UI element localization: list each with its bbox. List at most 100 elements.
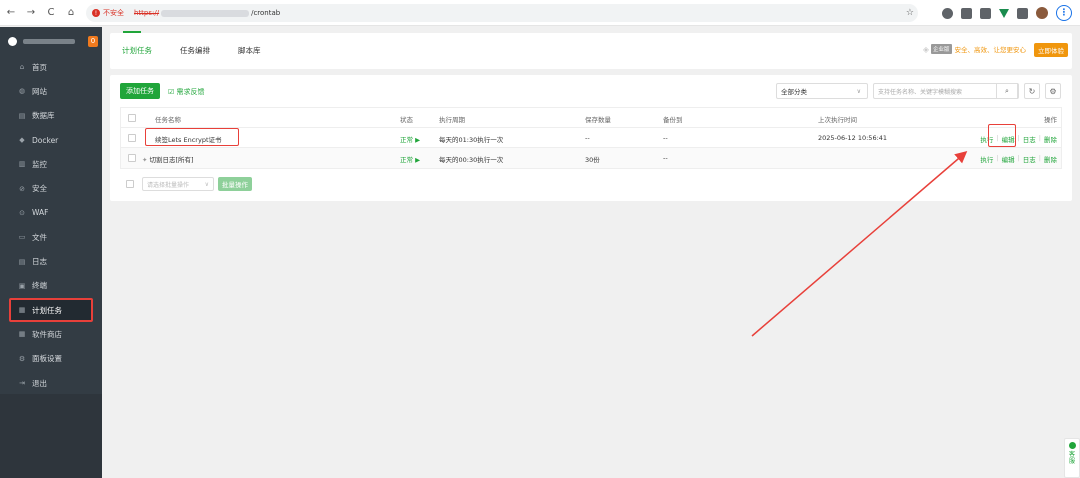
sidebar-item[interactable]: ▤ 数据库 xyxy=(0,104,102,128)
url-scheme: https:// xyxy=(134,9,160,17)
customer-service-button[interactable]: 客 服 xyxy=(1064,438,1080,478)
row-actions: 执行 | 编辑 | 日志 | 删除 xyxy=(980,154,1057,164)
status-badge[interactable]: 正常 ▶ xyxy=(400,134,420,144)
sidebar-item-label: 网站 xyxy=(32,86,47,96)
notification-badge[interactable]: 0 xyxy=(88,35,98,47)
task-keep: 30份 xyxy=(585,156,600,164)
forward-icon[interactable]: → xyxy=(22,4,40,22)
chevron-down-icon: ∨ xyxy=(856,87,861,95)
highlight-task-name xyxy=(145,128,239,146)
sidebar-item[interactable]: ▭ 文件 xyxy=(0,225,102,249)
nav-icon: ▤ xyxy=(18,257,26,266)
execute-link[interactable]: 执行 xyxy=(980,154,993,164)
sidebar-item-label: Docker xyxy=(32,135,59,145)
task-cycle: 每天的01:30执行一次 xyxy=(439,136,504,144)
home-icon[interactable]: ⌂ xyxy=(62,4,80,22)
feedback-link[interactable]: ☑ 需求反馈 xyxy=(168,87,205,97)
col-status: 状态 xyxy=(400,116,413,124)
sidebar-item[interactable]: ▦ 软件商店 xyxy=(0,322,102,346)
promo-text: 安全、高效、让您更安心 xyxy=(954,46,1027,54)
bookmark-star-icon[interactable]: ☆ xyxy=(906,8,914,18)
sidebar-item[interactable]: ▥ 监控 xyxy=(0,152,102,176)
log-link[interactable]: 日志 xyxy=(1023,134,1036,144)
nav-icon: ⚙ xyxy=(18,354,26,363)
refresh-icon[interactable]: ↻ xyxy=(1024,83,1040,99)
log-link[interactable]: 日志 xyxy=(1023,154,1036,164)
extension-icon[interactable] xyxy=(961,7,972,19)
nav-icon: ⊘ xyxy=(19,184,25,193)
try-now-button[interactable]: 立即体验 xyxy=(1034,43,1068,57)
kefu-label-2: 服 xyxy=(1068,458,1075,465)
address-bar[interactable]: ! 不安全 https:// /crontab ☆ xyxy=(86,4,918,22)
task-name-wrap: ✦ 切割日志[所有] xyxy=(142,154,194,164)
more-menu-icon[interactable]: ⋮ xyxy=(1056,5,1072,21)
tabs-card: 计划任务 任务编排 脚本库 ◈ 企业版 安全、高效、让您更安心 立即体验 xyxy=(110,33,1072,69)
sidebar-item-label: 安全 xyxy=(32,184,47,194)
table-row: 续签Lets Encrypt证书 正常 ▶ 每天的01:30执行一次 -- --… xyxy=(121,128,1061,148)
col-backup: 备份到 xyxy=(663,116,683,124)
panel-logo-icon xyxy=(8,36,17,46)
row-checkbox[interactable] xyxy=(128,154,136,162)
headset-icon xyxy=(1068,442,1076,449)
category-select[interactable]: 全部分类 ∨ xyxy=(776,83,868,99)
back-icon[interactable]: ← xyxy=(2,4,20,22)
tab-task-orchestration[interactable]: 任务编排 xyxy=(180,45,210,56)
sidebar-item[interactable]: ▦ 计划任务 xyxy=(9,297,93,323)
sidebar-header: 0 xyxy=(0,27,102,55)
browser-toolbar: ← → C ⌂ ! 不安全 https:// /crontab ☆ ⋮ xyxy=(0,0,1080,26)
batch-action-button[interactable]: 批量操作 xyxy=(218,177,252,191)
batch-action-select[interactable]: 请选择批量操作 ∨ xyxy=(142,177,214,191)
nav-icon: ⊙ xyxy=(19,208,25,217)
search-input[interactable]: 支持任务名称、关键字模糊搜索 ⌕ xyxy=(873,83,1019,99)
col-cycle: 执行周期 xyxy=(439,116,465,124)
task-backup: -- xyxy=(663,134,668,142)
row-checkbox[interactable] xyxy=(128,134,136,142)
nav-icon: ▤ xyxy=(18,111,26,120)
profile-avatar[interactable] xyxy=(1036,7,1048,19)
extension-icon[interactable] xyxy=(980,7,991,19)
nav-icon: ◍ xyxy=(18,87,26,96)
puzzle-icon[interactable] xyxy=(1017,7,1028,19)
col-name: 任务名称 xyxy=(155,116,181,124)
settings-icon[interactable]: ⚙ xyxy=(1045,83,1061,99)
task-name[interactable]: 切割日志[所有] xyxy=(149,156,193,164)
sidebar-item[interactable]: ◆ Docker xyxy=(0,128,102,152)
promo-tag: 企业版 xyxy=(930,44,952,54)
add-task-button[interactable]: 添加任务 xyxy=(120,83,160,99)
task-keep: -- xyxy=(585,134,590,142)
vue-extension-icon[interactable] xyxy=(999,8,1009,18)
status-badge[interactable]: 正常 ▶ xyxy=(400,154,420,164)
sidebar-item-label: 退出 xyxy=(32,378,47,388)
sidebar-item-label: 文件 xyxy=(32,232,47,242)
tab-crontab[interactable]: 计划任务 xyxy=(122,45,152,56)
sidebar-item[interactable]: ⌂ 首页 xyxy=(0,55,102,79)
sidebar-item[interactable]: ▣ 终端 xyxy=(0,274,102,298)
sidebar-item[interactable]: ⊘ 安全 xyxy=(0,176,102,200)
delete-link[interactable]: 删除 xyxy=(1044,154,1057,164)
delete-link[interactable]: 删除 xyxy=(1044,134,1057,144)
sidebar-item[interactable]: ◍ 网站 xyxy=(0,79,102,103)
nav-icon: ▥ xyxy=(18,160,26,169)
sidebar-item[interactable]: ⚙ 面板设置 xyxy=(0,347,102,371)
col-keep: 保存数量 xyxy=(585,116,611,124)
chevron-down-icon: ∨ xyxy=(204,180,209,188)
pin-icon[interactable]: ✦ xyxy=(142,156,147,164)
promo-banner[interactable]: ◈ 企业版 安全、高效、让您更安心 xyxy=(923,44,1026,54)
sidebar-item[interactable]: ▤ 日志 xyxy=(0,249,102,273)
search-icon[interactable]: ⌕ xyxy=(996,83,1018,99)
table-header: 任务名称 状态 执行周期 保存数量 备份到 上次执行时间 操作 xyxy=(121,108,1061,128)
url-host-redacted xyxy=(161,9,250,17)
sidebar-item-label: 计划任务 xyxy=(32,305,62,315)
sidebar-item-label: 首页 xyxy=(32,62,47,72)
batch-checkbox[interactable] xyxy=(126,180,134,188)
sidebar-item[interactable]: ⇥ 退出 xyxy=(0,371,102,395)
sidebar-item[interactable]: ⊙ WAF xyxy=(0,201,102,225)
extension-icon[interactable] xyxy=(942,7,953,19)
annotation-arrow xyxy=(751,151,968,337)
select-all-checkbox[interactable] xyxy=(128,114,136,122)
edit-link[interactable]: 编辑 xyxy=(1002,154,1015,164)
sidebar-item-label: 监控 xyxy=(32,159,47,169)
insecure-indicator[interactable]: ! 不安全 xyxy=(92,8,124,18)
tab-script-library[interactable]: 脚本库 xyxy=(238,45,261,56)
reload-icon[interactable]: C xyxy=(42,4,60,22)
